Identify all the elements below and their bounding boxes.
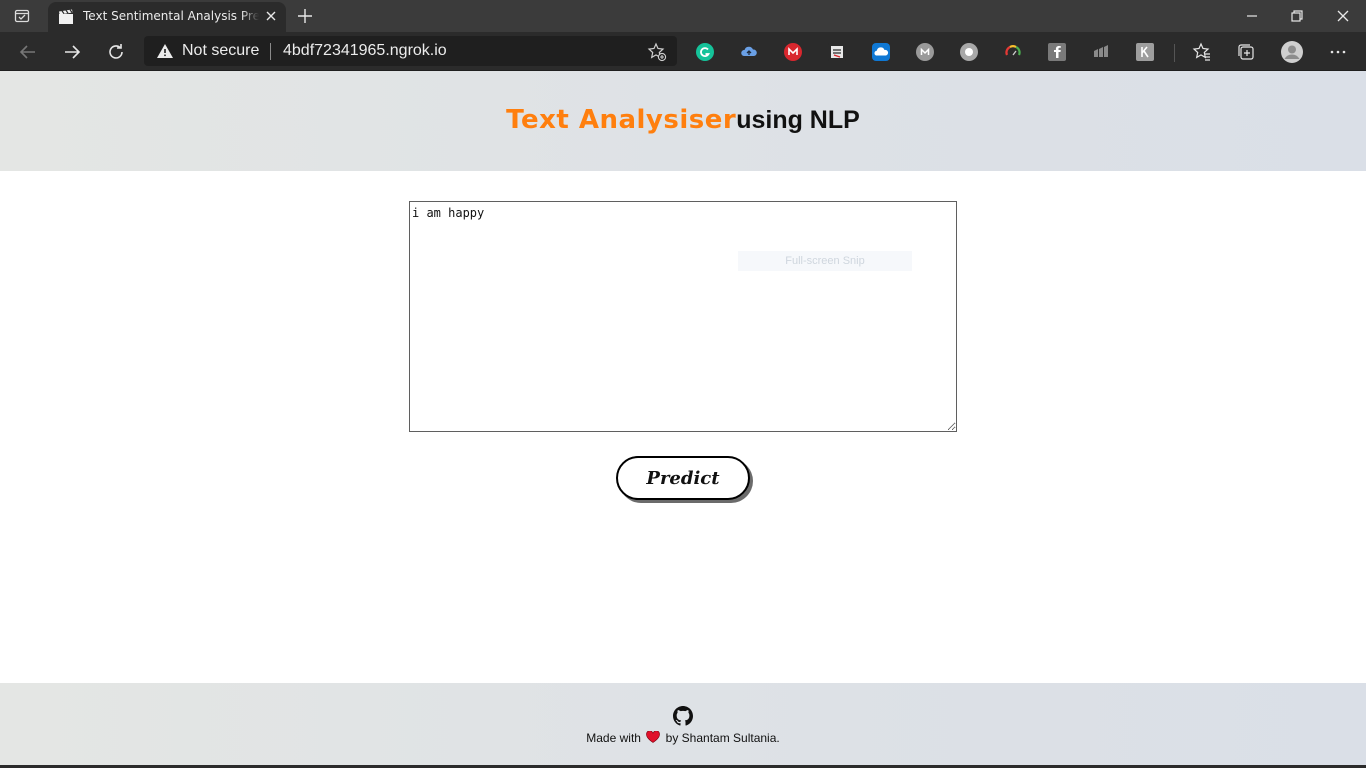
tab-actions-icon[interactable] bbox=[14, 8, 30, 24]
extension-m-icon[interactable] bbox=[916, 43, 934, 61]
browser-title-bar: Text Sentimental Analysis Prediction bbox=[0, 0, 1366, 32]
predict-button[interactable]: Predict bbox=[616, 456, 750, 500]
footer-author: by Shantam Sultania. bbox=[665, 731, 780, 745]
url-text[interactable]: 4bdf72341965.ngrok.io bbox=[283, 42, 447, 60]
heart-icon bbox=[646, 730, 661, 743]
title-accent: Text Analysiser bbox=[506, 105, 737, 135]
onedrive-icon[interactable] bbox=[872, 43, 890, 61]
window-close-icon[interactable] bbox=[1334, 7, 1352, 25]
arrow-right-icon[interactable] bbox=[61, 41, 83, 63]
snip-hint-overlay: Full-screen Snip bbox=[738, 251, 912, 271]
fshare-icon[interactable] bbox=[1048, 43, 1066, 61]
more-icon[interactable] bbox=[1328, 42, 1348, 62]
tab-title: Text Sentimental Analysis Prediction bbox=[83, 9, 259, 23]
page-footer: Made with by Shantam Sultania. bbox=[0, 683, 1366, 768]
collections-icon[interactable] bbox=[1236, 42, 1256, 62]
clapperboard-icon bbox=[58, 9, 74, 25]
favorites-icon[interactable] bbox=[1192, 42, 1212, 62]
star-plus-icon[interactable] bbox=[647, 42, 667, 62]
title-rest: using NLP bbox=[736, 106, 860, 134]
bars-icon[interactable] bbox=[1092, 43, 1110, 61]
address-bar[interactable]: Not secure 4bdf72341965.ngrok.io bbox=[144, 36, 677, 66]
browser-tab[interactable]: Text Sentimental Analysis Prediction bbox=[48, 2, 286, 32]
color-wheel-icon[interactable] bbox=[1004, 43, 1022, 61]
security-label[interactable]: Not secure bbox=[182, 42, 259, 60]
plus-icon[interactable] bbox=[296, 7, 314, 25]
page-header: Text Analysiserusing NLP bbox=[0, 71, 1366, 171]
arrow-left-icon[interactable] bbox=[17, 41, 39, 63]
page-title: Text Analysiserusing NLP bbox=[0, 104, 1366, 135]
refresh-icon[interactable] bbox=[105, 41, 127, 63]
footer-made-with: Made with bbox=[586, 731, 641, 745]
warning-triangle-icon[interactable] bbox=[156, 43, 174, 59]
mega-icon[interactable] bbox=[784, 43, 802, 61]
minimize-icon[interactable] bbox=[1243, 7, 1261, 25]
browser-toolbar: Not secure 4bdf72341965.ngrok.io bbox=[0, 32, 1366, 71]
k-icon[interactable] bbox=[1136, 43, 1154, 61]
text-input-area[interactable]: i am happy bbox=[409, 201, 957, 432]
github-icon[interactable] bbox=[673, 706, 693, 726]
extension-circle-icon[interactable] bbox=[960, 43, 978, 61]
close-icon[interactable] bbox=[264, 9, 278, 23]
toolbar-divider bbox=[1174, 44, 1175, 62]
footer-credit: Made with by Shantam Sultania. bbox=[0, 730, 1366, 745]
address-divider bbox=[270, 43, 271, 60]
grammarly-icon[interactable] bbox=[696, 43, 714, 61]
profile-icon[interactable] bbox=[1280, 40, 1304, 64]
cloud-upload-icon[interactable] bbox=[740, 43, 758, 61]
restore-icon[interactable] bbox=[1288, 7, 1306, 25]
snip-icon[interactable] bbox=[828, 43, 846, 61]
